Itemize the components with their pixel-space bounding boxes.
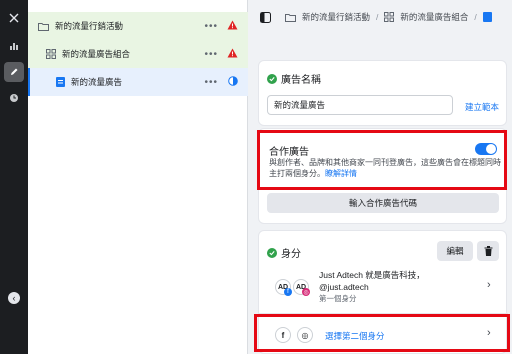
clock-icon[interactable]: [4, 88, 24, 108]
tree-item-label: 新的流量廣告: [71, 77, 123, 87]
folder-icon: [285, 13, 296, 22]
close-icon[interactable]: [4, 8, 24, 28]
primary-identity-handle: @just.adtech: [319, 282, 369, 292]
folder-icon: [38, 22, 49, 31]
sidebar-toggle-icon[interactable]: [260, 11, 271, 23]
instagram-icon: ◎: [302, 288, 310, 296]
identity-header: 身分: [267, 245, 301, 260]
primary-identity-name: Just Adtech 就是廣告科技，: [319, 270, 425, 280]
breadcrumb: 新的流量行銷活動 / 新的流量廣告組合 /: [248, 0, 512, 34]
tree-item-label: 新的流量廣告組合: [62, 49, 131, 59]
highlight-box: [257, 130, 507, 190]
tree-item-adset[interactable]: 新的流量廣告組合 •••: [28, 40, 248, 68]
more-icon[interactable]: •••: [204, 77, 218, 88]
ad-name-title: 廣告名稱: [281, 75, 321, 86]
campaign-tree: 新的流量行銷活動 ••• 新的流量廣告組合 ••• 新的流量廣告 •••: [28, 0, 248, 354]
chart-icon[interactable]: [4, 36, 24, 56]
more-icon[interactable]: •••: [204, 49, 218, 60]
breadcrumb-campaign[interactable]: 新的流量行銷活動: [302, 11, 370, 23]
create-template-link[interactable]: 建立範本: [465, 101, 499, 113]
left-rail: ‹: [0, 0, 28, 354]
tree-item-campaign[interactable]: 新的流量行銷活動 •••: [28, 12, 248, 40]
ad-icon[interactable]: [482, 12, 492, 22]
ad-name-header: 廣告名稱: [267, 71, 321, 86]
tree-item-label: 新的流量行銷活動: [55, 21, 124, 31]
check-icon: [267, 247, 277, 258]
tree-item-ad[interactable]: 新的流量廣告 •••: [28, 68, 248, 96]
check-icon: [267, 73, 277, 84]
chevron-left-icon[interactable]: ‹: [8, 292, 20, 304]
facebook-icon: f: [284, 288, 292, 296]
warning-icon: [227, 48, 238, 60]
primary-identity-role: 第一個身分: [319, 294, 357, 303]
highlight-box: [254, 314, 510, 352]
breadcrumb-adset[interactable]: 新的流量廣告組合: [400, 11, 468, 23]
ad-icon: [56, 77, 65, 87]
edit-icon[interactable]: [4, 62, 24, 82]
grid-icon: [46, 49, 56, 59]
ad-name-input[interactable]: 新的流量廣告: [267, 95, 453, 115]
warning-icon: [227, 20, 238, 32]
grid-icon: [384, 12, 395, 22]
edit-button[interactable]: 編輯: [437, 241, 473, 261]
ad-name-card: 廣告名稱 新的流量廣告 建立範本: [258, 60, 507, 126]
identity-title: 身分: [281, 249, 301, 260]
editor-panel: 新的流量行銷活動 / 新的流量廣告組合 / 廣告名稱 新的流量廣告 建立範本 合…: [248, 0, 512, 354]
trash-icon[interactable]: [477, 241, 499, 261]
chevron-right-icon: ›: [487, 279, 491, 291]
more-icon[interactable]: •••: [204, 21, 218, 32]
half-circle-icon: [228, 76, 238, 88]
enter-partnership-code-button[interactable]: 輸入合作廣告代碼: [267, 193, 499, 213]
